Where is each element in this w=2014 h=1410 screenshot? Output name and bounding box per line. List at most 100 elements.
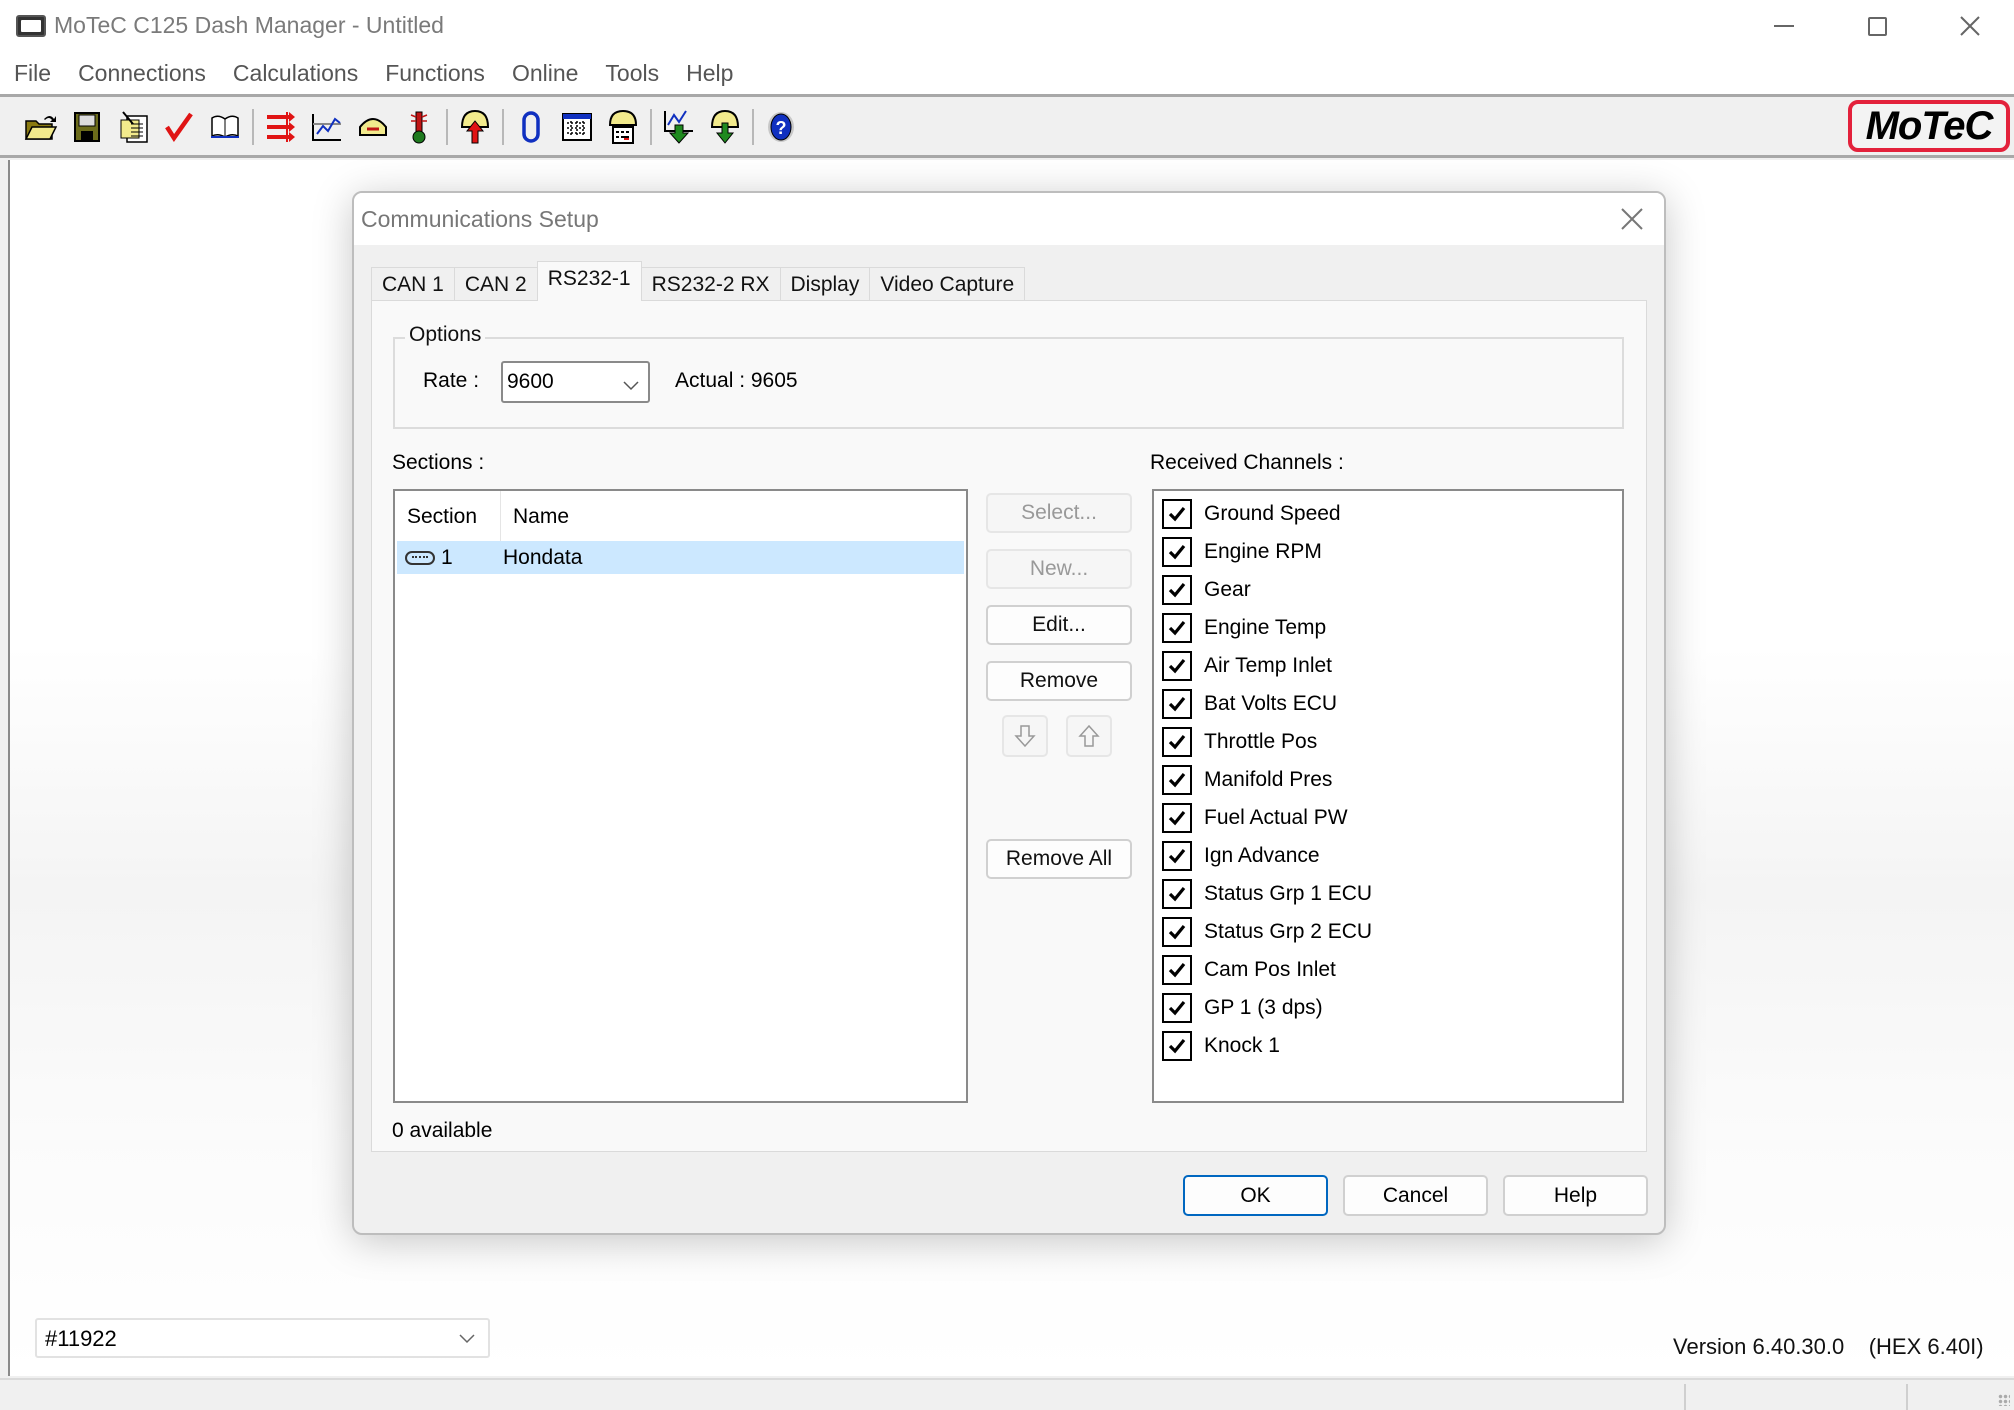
channel-item[interactable]: Knock 1: [1154, 1027, 1622, 1065]
menu-help[interactable]: Help: [678, 56, 741, 91]
channel-checkbox[interactable]: [1162, 689, 1192, 719]
help-button[interactable]: ?: [758, 105, 804, 149]
section-number: 1: [441, 545, 453, 569]
menu-calculations[interactable]: Calculations: [225, 56, 366, 91]
check-button[interactable]: [156, 105, 202, 149]
dialog-close-button[interactable]: [1614, 203, 1650, 235]
channel-item[interactable]: Cam Pos Inlet: [1154, 951, 1622, 989]
channel-checkbox[interactable]: [1162, 575, 1192, 605]
menu-online[interactable]: Online: [504, 56, 586, 91]
new-button[interactable]: New...: [986, 549, 1132, 589]
channel-label: Throttle Pos: [1204, 730, 1318, 753]
table-icon: [562, 113, 592, 141]
tab-rs232-1[interactable]: RS232-1: [536, 261, 642, 301]
channel-checkbox[interactable]: [1162, 537, 1192, 567]
channel-item[interactable]: Ground Speed: [1154, 495, 1622, 533]
channel-item[interactable]: Manifold Pres: [1154, 761, 1622, 799]
channel-checkbox[interactable]: [1162, 993, 1192, 1023]
send-button[interactable]: [452, 105, 498, 149]
menu-functions[interactable]: Functions: [377, 56, 493, 91]
options-group-label: Options: [405, 323, 486, 347]
rs232-1-panel: Options Rate : 9600 Actual : 9605 Sectio…: [371, 300, 1647, 1152]
channel-item[interactable]: Status Grp 2 ECU: [1154, 913, 1622, 951]
channel-item[interactable]: Fuel Actual PW: [1154, 799, 1622, 837]
serial-number-dropdown[interactable]: #11922: [35, 1318, 490, 1358]
edit-button[interactable]: Edit...: [986, 605, 1132, 645]
close-button[interactable]: [1926, 0, 2014, 52]
dash-config-icon: [608, 109, 638, 144]
channel-item[interactable]: Ign Advance: [1154, 837, 1622, 875]
tab-video-capture[interactable]: Video Capture: [869, 267, 1026, 301]
remove-all-button[interactable]: Remove All: [986, 839, 1132, 879]
channel-checkbox[interactable]: [1162, 765, 1192, 795]
menu-connections[interactable]: Connections: [70, 56, 214, 91]
rate-dropdown[interactable]: 9600: [501, 361, 650, 403]
check-icon: [165, 112, 193, 142]
channel-item[interactable]: Engine Temp: [1154, 609, 1622, 647]
get-logged-data-button[interactable]: [656, 105, 702, 149]
zero-button[interactable]: [508, 105, 554, 149]
channel-item[interactable]: Air Temp Inlet: [1154, 647, 1622, 685]
save-button[interactable]: [64, 105, 110, 149]
maximize-icon: [1867, 16, 1887, 36]
channel-checkbox[interactable]: [1162, 917, 1192, 947]
book-button[interactable]: [202, 105, 248, 149]
properties-button[interactable]: [110, 105, 156, 149]
channel-checkbox[interactable]: [1162, 613, 1192, 643]
channel-checkbox[interactable]: [1162, 727, 1192, 757]
chevron-down-icon: [622, 373, 640, 397]
ok-button[interactable]: OK: [1183, 1175, 1328, 1216]
thermometer-button[interactable]: [396, 105, 442, 149]
menu-file[interactable]: File: [6, 56, 59, 91]
table-button[interactable]: [554, 105, 600, 149]
channel-checkbox[interactable]: [1162, 955, 1192, 985]
channel-item[interactable]: Throttle Pos: [1154, 723, 1622, 761]
channel-checkbox[interactable]: [1162, 803, 1192, 833]
channel-item[interactable]: Status Grp 1 ECU: [1154, 875, 1622, 913]
tab-display[interactable]: Display: [779, 267, 871, 301]
dash-config-button[interactable]: [600, 105, 646, 149]
select-button[interactable]: Select...: [986, 493, 1132, 533]
tab-can2[interactable]: CAN 2: [453, 267, 538, 301]
display-button[interactable]: [350, 105, 396, 149]
channel-checkbox[interactable]: [1162, 499, 1192, 529]
window-title: MoTeC C125 Dash Manager - Untitled: [54, 12, 444, 38]
get-logged-data-icon: [664, 110, 693, 144]
remove-button[interactable]: Remove: [986, 661, 1132, 701]
received-channels-list[interactable]: Ground Speed Engine RPM Gear Engine Temp Air…: [1152, 489, 1624, 1103]
channel-checkbox[interactable]: [1162, 879, 1192, 909]
open-button[interactable]: [18, 105, 64, 149]
move-down-button[interactable]: [1002, 715, 1048, 757]
svg-text:?: ?: [776, 118, 787, 138]
cancel-button[interactable]: Cancel: [1343, 1175, 1488, 1216]
sections-list-header: Section Name: [395, 491, 966, 541]
channel-item[interactable]: Gear: [1154, 571, 1622, 609]
help-dialog-button[interactable]: Help: [1503, 1175, 1648, 1216]
resize-grip[interactable]: [1998, 1394, 2010, 1406]
checkmark-icon: [1168, 962, 1186, 978]
minimize-button[interactable]: [1740, 0, 1828, 52]
channel-item[interactable]: Bat Volts ECU: [1154, 685, 1622, 723]
column-header-name[interactable]: Name: [501, 491, 966, 541]
channel-checkbox[interactable]: [1162, 1031, 1192, 1061]
motec-logo: MoTeC: [1848, 100, 2010, 152]
tab-can1[interactable]: CAN 1: [371, 267, 455, 301]
channel-item[interactable]: Engine RPM: [1154, 533, 1622, 571]
channel-label: Status Grp 2 ECU: [1204, 920, 1373, 943]
maximize-button[interactable]: [1833, 0, 1921, 52]
column-header-section[interactable]: Section: [395, 491, 501, 541]
channel-checkbox[interactable]: [1162, 651, 1192, 681]
sections-list[interactable]: Section Name 1 Hondata: [393, 489, 968, 1103]
receive-button[interactable]: [702, 105, 748, 149]
channel-checkbox[interactable]: [1162, 841, 1192, 871]
channels-button[interactable]: [258, 105, 304, 149]
channel-label: GP 1 (3 dps): [1204, 996, 1323, 1019]
tab-rs232-2-rx[interactable]: RS232-2 RX: [640, 267, 781, 301]
serial-number-value: #11922: [45, 1326, 117, 1351]
chart-button[interactable]: [304, 105, 350, 149]
channel-item[interactable]: GP 1 (3 dps): [1154, 989, 1622, 1027]
section-row[interactable]: 1 Hondata: [397, 541, 964, 574]
menu-tools[interactable]: Tools: [597, 56, 667, 91]
checkmark-icon: [1168, 506, 1186, 522]
move-up-button[interactable]: [1066, 715, 1112, 757]
